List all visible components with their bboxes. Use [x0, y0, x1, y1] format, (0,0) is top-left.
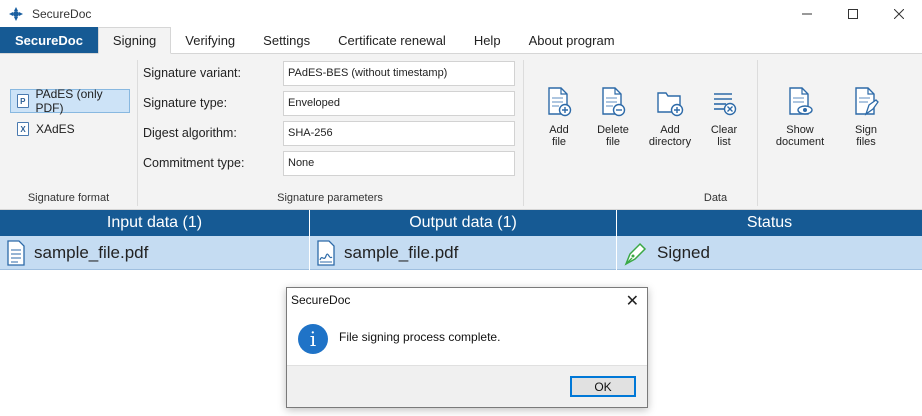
- info-icon: i: [298, 324, 328, 354]
- dialog-close-button[interactable]: ✕: [626, 291, 639, 311]
- ok-button[interactable]: OK: [570, 376, 636, 397]
- output-cell: sample_file.pdf: [310, 236, 617, 270]
- pdf-format-icon: P: [17, 94, 29, 108]
- minimize-button[interactable]: [784, 0, 830, 28]
- document-icon: [6, 240, 26, 266]
- input-cell: sample_file.pdf: [0, 236, 310, 270]
- commitment-type-select[interactable]: None: [283, 150, 515, 176]
- sign-files-button[interactable]: Sign files: [838, 86, 894, 148]
- signature-parameters-label: Signature parameters: [277, 192, 383, 204]
- message-dialog: SecureDoc ✕ i File signing process compl…: [286, 287, 648, 408]
- dialog-title: SecureDoc: [291, 293, 351, 307]
- add-directory-button[interactable]: Add directory: [642, 86, 698, 148]
- file-table-header: Input data (1) Output data (1) Status: [0, 210, 922, 236]
- column-header-output[interactable]: Output data (1): [310, 210, 617, 236]
- digest-algorithm-row: Digest algorithm: SHA-256: [143, 120, 515, 146]
- show-document-label-line1: Show: [786, 124, 814, 136]
- add-directory-label-line1: Add: [660, 124, 680, 136]
- delete-file-label-line1: Delete: [597, 124, 629, 136]
- dialog-message: File signing process complete.: [339, 330, 501, 344]
- format-pades-option[interactable]: P PAdES (only PDF): [10, 87, 130, 115]
- digest-algorithm-select[interactable]: SHA-256: [283, 120, 515, 146]
- add-file-label-line2: file: [551, 136, 567, 148]
- column-header-input[interactable]: Input data (1): [0, 210, 310, 236]
- sign-files-label-line2: files: [856, 136, 876, 148]
- delete-file-icon: [602, 87, 626, 117]
- tab-settings[interactable]: Settings: [249, 27, 324, 53]
- tab-bar: SecureDoc Signing Verifying Settings Cer…: [0, 27, 922, 54]
- tab-verifying[interactable]: Verifying: [171, 27, 249, 53]
- group-divider: [757, 60, 758, 206]
- dialog-footer: OK: [287, 365, 647, 407]
- signed-pen-icon: [623, 240, 649, 266]
- clear-list-label-line2: list: [717, 136, 731, 148]
- data-group-label: Data: [703, 192, 728, 204]
- signature-type-select[interactable]: Enveloped: [283, 90, 515, 116]
- show-document-icon: [789, 87, 813, 115]
- input-file-name: sample_file.pdf: [34, 243, 149, 262]
- tab-securedoc[interactable]: SecureDoc: [0, 27, 98, 53]
- signed-document-icon: [316, 240, 336, 266]
- format-xades-label: XAdES: [36, 122, 75, 136]
- window-title: SecureDoc: [32, 7, 92, 21]
- format-xades-option[interactable]: X XAdES: [10, 117, 130, 141]
- show-document-button[interactable]: Show document: [770, 86, 830, 148]
- delete-file-label-line2: file: [605, 136, 621, 148]
- close-window-button[interactable]: [876, 0, 922, 28]
- digest-algorithm-label: Digest algorithm:: [143, 126, 237, 140]
- output-file-name: sample_file.pdf: [344, 243, 459, 262]
- sign-files-icon: [855, 87, 879, 116]
- status-text: Signed: [657, 243, 710, 262]
- ribbon: P PAdES (only PDF) X XAdES Signature for…: [0, 54, 922, 210]
- status-cell: Signed: [617, 236, 922, 270]
- add-file-button[interactable]: Add file: [531, 86, 587, 148]
- maximize-icon: [848, 9, 858, 19]
- minimize-icon: [802, 13, 812, 15]
- tab-about-program[interactable]: About program: [515, 27, 629, 53]
- sign-files-label-line1: Sign: [854, 124, 878, 136]
- column-header-status[interactable]: Status: [617, 210, 922, 236]
- signature-type-label: Signature type:: [143, 96, 228, 110]
- commitment-type-row: Commitment type: None: [143, 150, 515, 176]
- signature-type-row: Signature type: Enveloped: [143, 90, 515, 116]
- show-document-label-line2: document: [775, 136, 825, 148]
- clear-list-label-line1: Clear: [710, 124, 738, 136]
- clear-list-icon: [714, 93, 737, 116]
- add-folder-icon: [657, 92, 684, 117]
- commitment-type-label: Commitment type:: [143, 156, 245, 170]
- table-row[interactable]: sample_file.pdf sample_file.pdf Signed: [0, 236, 922, 270]
- tab-signing[interactable]: Signing: [97, 27, 172, 54]
- delete-file-button[interactable]: Delete file: [585, 86, 641, 148]
- title-bar: SecureDoc: [0, 0, 922, 28]
- add-directory-label-line2: directory: [648, 136, 692, 148]
- add-file-label-line1: Add: [549, 124, 569, 136]
- app-logo-icon: [8, 6, 24, 22]
- format-pades-label: PAdES (only PDF): [35, 87, 103, 115]
- signature-variant-select[interactable]: PAdES-BES (without timestamp): [283, 60, 515, 86]
- close-icon: [894, 9, 904, 19]
- xml-format-icon: X: [17, 122, 29, 136]
- signature-variant-row: Signature variant: PAdES-BES (without ti…: [143, 60, 515, 86]
- signature-format-group: P PAdES (only PDF) X XAdES Signature for…: [0, 54, 137, 210]
- clear-list-button[interactable]: Clear list: [696, 86, 752, 148]
- signature-variant-label: Signature variant:: [143, 66, 241, 80]
- maximize-button[interactable]: [830, 0, 876, 28]
- tab-help[interactable]: Help: [460, 27, 515, 53]
- signature-format-label: Signature format: [27, 192, 110, 204]
- add-file-icon: [548, 87, 572, 117]
- tab-certificate-renewal[interactable]: Certificate renewal: [324, 27, 460, 53]
